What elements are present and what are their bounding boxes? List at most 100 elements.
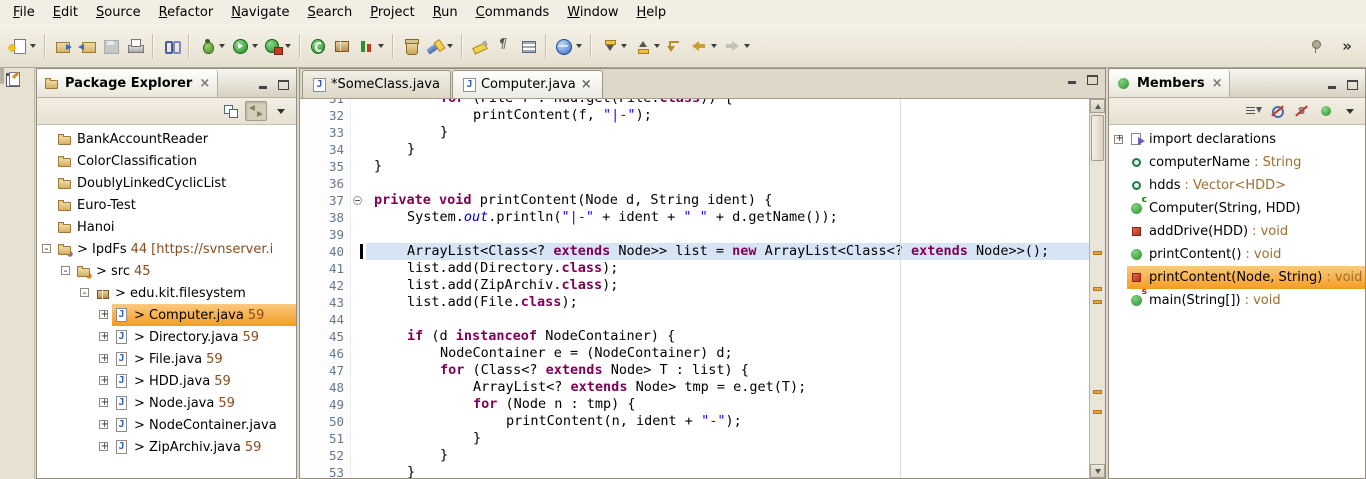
- member-item[interactable]: addDrive(HDD) : void: [1109, 220, 1365, 243]
- expander-expand-icon[interactable]: [96, 414, 112, 436]
- member-item[interactable]: hdds : Vector<HDD>: [1109, 174, 1365, 197]
- code-line[interactable]: 51}: [300, 430, 1090, 447]
- run-button[interactable]: [229, 32, 260, 60]
- tree-item[interactable]: ColorClassification: [37, 150, 296, 172]
- view-menu-button[interactable]: [271, 102, 291, 120]
- code-line[interactable]: 33}: [300, 124, 1090, 141]
- tree-item[interactable]: > IpdFs 44 [https://svnserver.i: [37, 238, 296, 260]
- code-editor[interactable]: 31for (File f : hdd.get(File.class)) {32…: [300, 99, 1105, 478]
- show-whitespace-button[interactable]: [493, 32, 515, 60]
- scrollbar-thumb[interactable]: [1091, 115, 1104, 161]
- code-line[interactable]: 43list.add(File.class);: [300, 294, 1090, 311]
- tree-item[interactable]: > Directory.java 59: [37, 326, 296, 348]
- expander-collapse-icon[interactable]: [77, 282, 93, 304]
- forward-button[interactable]: [721, 32, 752, 60]
- dropdown-arrow-icon[interactable]: [219, 44, 225, 48]
- expander-collapse-icon[interactable]: [58, 260, 74, 282]
- collapse-all-button[interactable]: [221, 102, 241, 120]
- expander-expand-icon[interactable]: [96, 326, 112, 348]
- web-browser-button[interactable]: [553, 32, 584, 60]
- java-editor-button[interactable]: [2, 67, 4, 84]
- member-item[interactable]: import declarations: [1109, 128, 1365, 151]
- new-package-button[interactable]: [331, 32, 353, 60]
- menu-item-navigate[interactable]: Navigate: [222, 2, 298, 23]
- maximize-button[interactable]: [1085, 73, 1100, 86]
- previous-annotation-button[interactable]: [631, 32, 662, 60]
- sort-icon[interactable]: [1244, 102, 1264, 120]
- new-wizard-button[interactable]: [7, 32, 38, 60]
- package-explorer-tab[interactable]: Package Explorer: [37, 70, 218, 97]
- member-item[interactable]: printContent() : void: [1109, 243, 1365, 266]
- dropdown-arrow-icon[interactable]: [285, 44, 291, 48]
- dropdown-arrow-icon[interactable]: [621, 44, 627, 48]
- expander-expand-icon[interactable]: [96, 304, 112, 326]
- menu-item-search[interactable]: Search: [299, 2, 362, 23]
- member-item[interactable]: computerName : String: [1109, 151, 1365, 174]
- code-line[interactable]: 52}: [300, 447, 1090, 464]
- minimize-button[interactable]: [1325, 78, 1340, 91]
- close-view-icon[interactable]: [1210, 76, 1223, 91]
- toolbar-overflow-chevron[interactable]: »: [1342, 37, 1352, 55]
- menu-item-project[interactable]: Project: [361, 2, 424, 23]
- code-line[interactable]: 31for (File f : hdd.get(File.class)) {: [300, 99, 1090, 107]
- menu-item-window[interactable]: Window: [558, 2, 627, 23]
- expander-expand-icon[interactable]: [1111, 129, 1127, 151]
- expander-expand-icon[interactable]: [96, 348, 112, 370]
- tree-item[interactable]: > src 45: [37, 260, 296, 282]
- hide-static-icon[interactable]: [1292, 102, 1312, 120]
- dropdown-arrow-icon[interactable]: [576, 44, 582, 48]
- hide-non-public-icon[interactable]: [1316, 102, 1336, 120]
- debug-button[interactable]: [196, 32, 227, 60]
- editor-scrollbar[interactable]: [1089, 99, 1105, 478]
- link-with-editor-button[interactable]: [245, 101, 267, 121]
- scroll-down-button[interactable]: [1090, 464, 1105, 478]
- code-line[interactable]: 36: [300, 175, 1090, 192]
- code-line[interactable]: 37private void printContent(Node d, Stri…: [300, 192, 1090, 209]
- dropdown-arrow-icon[interactable]: [378, 44, 384, 48]
- export-button[interactable]: [76, 32, 98, 60]
- code-line[interactable]: 48ArrayList<? extends Node> tmp = e.get(…: [300, 379, 1090, 396]
- menu-item-help[interactable]: Help: [628, 2, 676, 23]
- menu-item-source[interactable]: Source: [87, 2, 150, 23]
- code-line[interactable]: 44: [300, 311, 1090, 328]
- member-item[interactable]: Computer(String, HDD): [1109, 197, 1365, 220]
- code-line[interactable]: 47for (Class<? extends Node> T : list) {: [300, 362, 1090, 379]
- view-menu-button[interactable]: [1340, 102, 1360, 120]
- skip-breakpoints-button[interactable]: [160, 32, 182, 60]
- tree-item[interactable]: > Node.java 59: [37, 392, 296, 414]
- close-view-icon[interactable]: [197, 76, 210, 91]
- members-tab[interactable]: Members: [1109, 70, 1230, 97]
- dropdown-arrow-icon[interactable]: [252, 44, 258, 48]
- maximize-button[interactable]: [276, 78, 291, 91]
- tree-item[interactable]: Hanoi: [37, 216, 296, 238]
- save-button[interactable]: [100, 32, 122, 60]
- dropdown-arrow-icon[interactable]: [447, 44, 453, 48]
- tree-item[interactable]: BankAccountReader: [37, 128, 296, 150]
- minimize-button[interactable]: [256, 78, 271, 91]
- block-selection-button[interactable]: [517, 32, 539, 60]
- menu-item-edit[interactable]: Edit: [44, 2, 87, 23]
- menu-item-commands[interactable]: Commands: [467, 2, 559, 23]
- tree-item[interactable]: > ZipArchiv.java 59: [37, 436, 296, 458]
- import-button[interactable]: [52, 32, 74, 60]
- code-line[interactable]: 50printContent(n, ident + "-");: [300, 413, 1090, 430]
- dropdown-arrow-icon[interactable]: [744, 44, 750, 48]
- new-class-button[interactable]: [307, 32, 329, 60]
- fold-collapse-icon[interactable]: [350, 192, 366, 209]
- expander-expand-icon[interactable]: [96, 370, 112, 392]
- code-line[interactable]: 45if (d instanceof NodeContainer) {: [300, 328, 1090, 345]
- tree-item[interactable]: > File.java 59: [37, 348, 296, 370]
- hide-fields-icon[interactable]: [1268, 102, 1288, 120]
- external-tools-button[interactable]: [262, 32, 293, 60]
- member-item[interactable]: printContent(Node, String) : void: [1109, 266, 1365, 289]
- minimize-button[interactable]: [1065, 73, 1080, 86]
- code-line[interactable]: 39: [300, 226, 1090, 243]
- back-button[interactable]: [688, 32, 719, 60]
- dropdown-arrow-icon[interactable]: [30, 44, 36, 48]
- search-button[interactable]: [424, 32, 455, 60]
- expander-expand-icon[interactable]: [96, 392, 112, 414]
- scroll-up-button[interactable]: [1090, 99, 1105, 113]
- tree-item[interactable]: > NodeContainer.java: [37, 414, 296, 436]
- code-line[interactable]: 40ArrayList<Class<? extends Node>> list …: [300, 243, 1090, 260]
- close-tab-icon[interactable]: [581, 77, 592, 92]
